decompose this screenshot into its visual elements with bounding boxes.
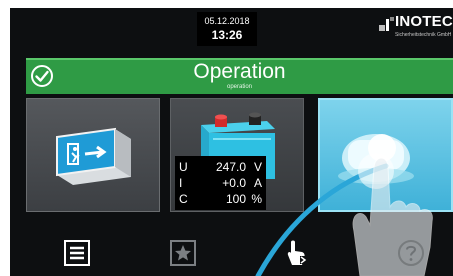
- device-screen: 05.12.2018 13:26 INOTEC Sicherheitstechn…: [10, 8, 453, 276]
- nav-list-button[interactable]: [62, 238, 92, 268]
- list-icon: [64, 240, 90, 266]
- nav-favorites-button[interactable]: [168, 238, 198, 268]
- help-icon: [398, 240, 424, 266]
- finger-hand-graphic: [352, 153, 433, 276]
- nav-help-button[interactable]: [396, 238, 426, 268]
- star-icon: [170, 240, 196, 266]
- pointer-icon: [287, 240, 307, 265]
- nav-pointer-button[interactable]: [282, 238, 312, 268]
